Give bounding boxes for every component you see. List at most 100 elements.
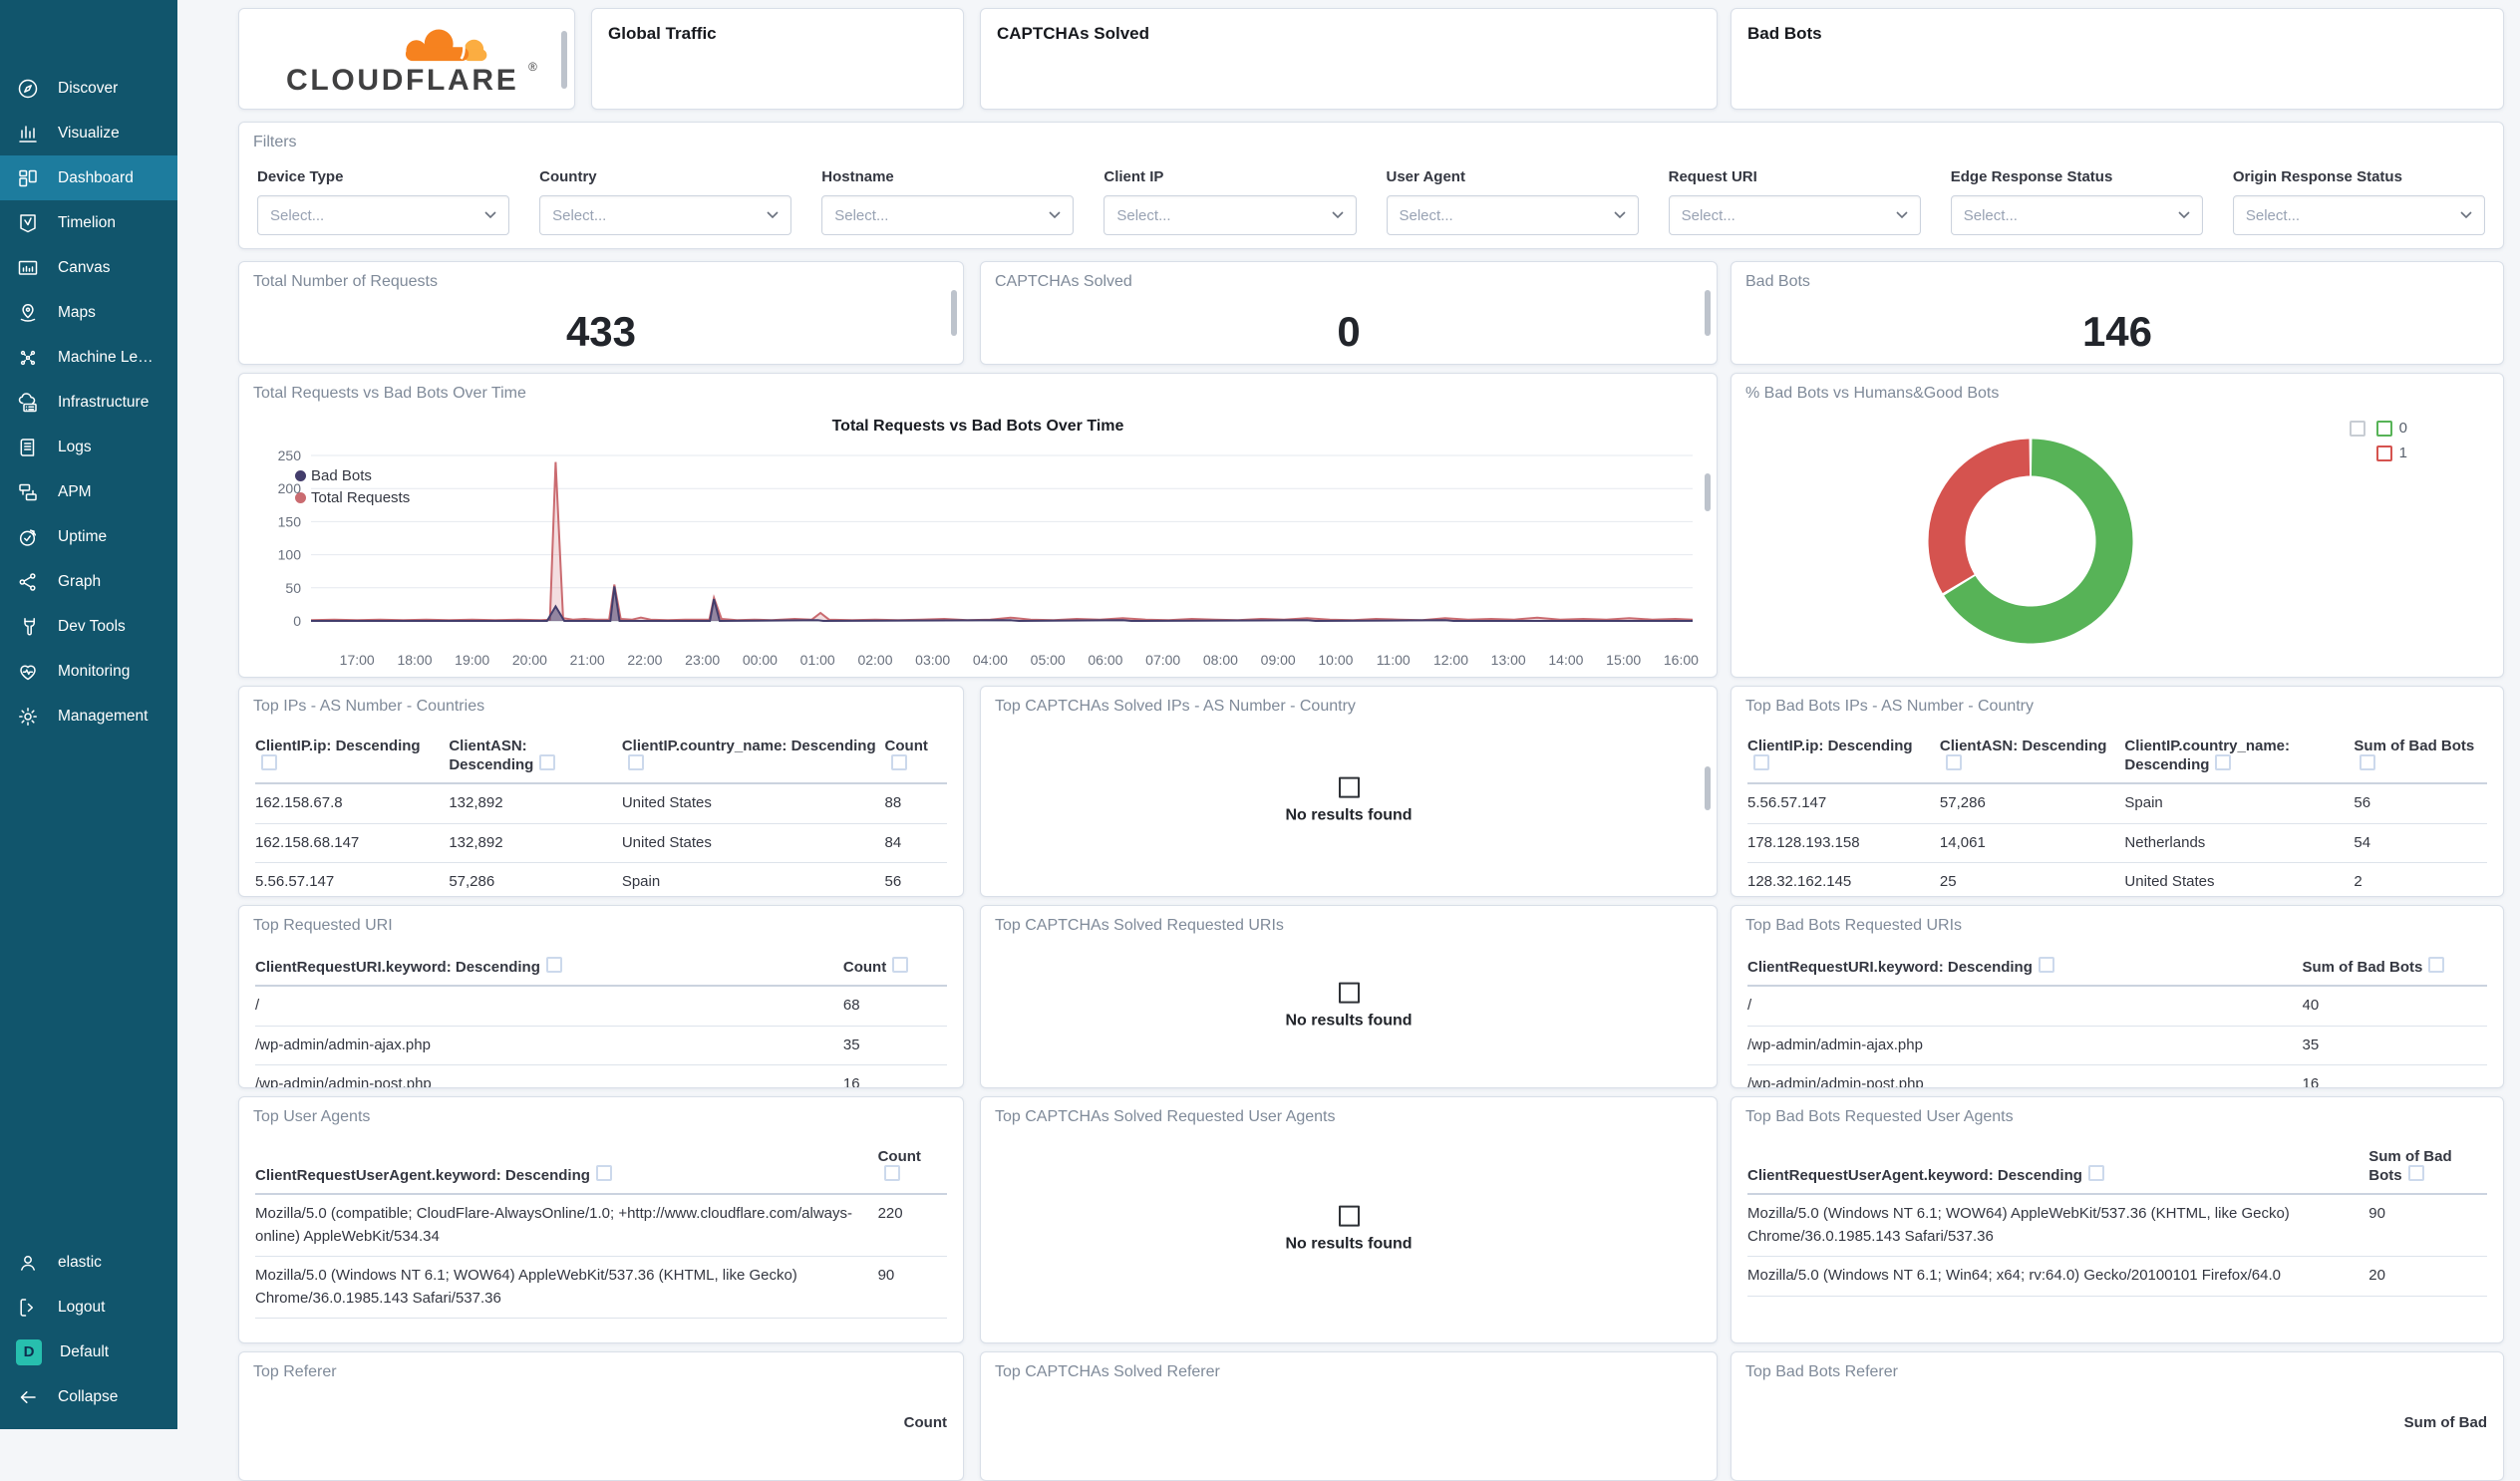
sidebar-item-discover[interactable]: Discover (0, 66, 177, 111)
column-header[interactable]: ClientIP.ip: Descending (1747, 732, 1940, 784)
sidebar-item-logs[interactable]: Logs (0, 425, 177, 469)
column-header[interactable]: Count (884, 732, 947, 784)
placeholder-icon (1338, 982, 1360, 1004)
sidebar-item-apm[interactable]: APM (0, 469, 177, 514)
sort-icon[interactable] (539, 754, 556, 770)
sidebar-item-uptime[interactable]: Uptime (0, 514, 177, 559)
column-header[interactable]: ClientIP.country_name: Descending (2124, 732, 2355, 784)
filter-select-request-uri[interactable]: Select... (1668, 195, 1921, 235)
panel-title: Top IPs - AS Number - Countries (253, 698, 485, 715)
sidebar-footer-default[interactable]: D Default (0, 1330, 177, 1374)
panel-top-user-agents: Top User Agents ClientRequestUserAgent.k… (238, 1096, 964, 1343)
table-cell: 54 (2354, 823, 2487, 863)
sidebar-item-infrastructure[interactable]: Infrastructure (0, 380, 177, 425)
column-header[interactable]: ClientIP.country_name: Descending (621, 732, 885, 784)
column-header[interactable]: Count (255, 1414, 947, 1431)
column-header[interactable]: Sum of Bad Bots (2354, 732, 2487, 784)
sort-icon[interactable] (2215, 754, 2232, 770)
sidebar-item-machine-le[interactable]: Machine Le… (0, 335, 177, 380)
column-header[interactable]: ClientASN: Descending (1939, 732, 2125, 784)
table-header-row: ClientIP.ip: Descending ClientASN: Descen… (1747, 732, 2487, 784)
svg-text:20:00: 20:00 (512, 652, 547, 668)
column-header[interactable]: ClientASN: Descending (449, 732, 622, 784)
sort-icon[interactable] (1753, 754, 1769, 770)
column-header[interactable]: ClientRequestURI.keyword: Descending (1747, 951, 2303, 987)
table-cell: 5.56.57.147 (1747, 783, 1940, 824)
panel-title: Top CAPTCHAs Solved IPs - AS Number - Co… (995, 698, 1356, 715)
table-cell: United States (621, 783, 885, 824)
visualize-icon (19, 125, 37, 143)
sort-icon[interactable] (883, 1165, 900, 1181)
svg-text:02:00: 02:00 (857, 652, 892, 668)
column-header[interactable]: ClientRequestUserAgent.keyword: Descendi… (1747, 1142, 2369, 1195)
sidebar-item-maps[interactable]: Maps (0, 290, 177, 335)
scrollbar-thumb[interactable] (1705, 290, 1711, 336)
sort-icon[interactable] (892, 957, 909, 973)
column-header[interactable]: Count (842, 951, 947, 987)
sidebar-item-dashboard[interactable]: Dashboard (0, 155, 177, 200)
table-cell: 57,286 (449, 862, 622, 896)
legend-item-0[interactable]: 0 (2349, 420, 2407, 437)
column-header[interactable]: ClientRequestURI.keyword: Descending (255, 951, 843, 987)
sort-icon[interactable] (2407, 1165, 2424, 1181)
scrollbar-thumb[interactable] (1705, 766, 1711, 810)
sort-icon[interactable] (595, 1165, 612, 1181)
table-cell: / (255, 986, 843, 1027)
sidebar-footer-logout[interactable]: Logout (0, 1285, 177, 1330)
uptime-icon (19, 528, 37, 546)
filter-select-hostname[interactable]: Select... (821, 195, 1075, 235)
svg-text:22:00: 22:00 (627, 652, 662, 668)
sidebar-footer-elastic[interactable]: elastic (0, 1240, 177, 1285)
no-results-message: No results found (981, 776, 1717, 825)
sort-icon[interactable] (2087, 1165, 2104, 1181)
table-row: 162.158.68.147 132,892 United States 84 (255, 823, 947, 863)
column-header[interactable]: Sum of Bad Bots (2368, 1142, 2487, 1195)
sidebar-item-management[interactable]: Management (0, 694, 177, 739)
column-header[interactable]: ClientIP.ip: Descending (255, 732, 450, 784)
table-cell: 35 (842, 1026, 947, 1065)
legend-toggle-icon[interactable] (2349, 420, 2365, 437)
column-header[interactable]: ClientRequestUserAgent.keyword: Descendi… (255, 1142, 878, 1195)
filter-select-origin-response-status[interactable]: Select... (2232, 195, 2485, 235)
sidebar-item-visualize[interactable]: Visualize (0, 111, 177, 155)
table-row: 162.158.67.8 132,892 United States 88 (255, 783, 947, 824)
filter-select-user-agent[interactable]: Select... (1386, 195, 1639, 235)
bad-bots-ips-table: ClientIP.ip: Descending ClientASN: Descen… (1747, 732, 2487, 896)
filter-select-edge-response-status[interactable]: Select... (1950, 195, 2203, 235)
panel-cloudflare-logo: CLOUDFLARE ® (238, 8, 575, 110)
scrollbar-thumb[interactable] (951, 290, 957, 336)
canvas-icon (18, 260, 38, 275)
svg-text:0: 0 (293, 613, 301, 629)
table-cell: 90 (877, 1256, 947, 1319)
sidebar-item-graph[interactable]: Graph (0, 559, 177, 604)
table-header-row: ClientRequestURI.keyword: Descending Coun… (255, 951, 947, 987)
infrastructure-icon (18, 392, 37, 412)
sort-icon[interactable] (545, 957, 562, 973)
filter-select-device-type[interactable]: Select... (257, 195, 510, 235)
sort-icon[interactable] (627, 754, 644, 770)
svg-text:50: 50 (285, 580, 301, 596)
panel-title: Top CAPTCHAs Solved Requested URIs (995, 917, 1284, 934)
filter-select-country[interactable]: Select... (539, 195, 792, 235)
column-header[interactable]: Sum of Bad (1747, 1414, 2487, 1431)
sort-icon[interactable] (890, 754, 907, 770)
sort-icon[interactable] (261, 754, 277, 770)
table-cell: Mozilla/5.0 (Windows NT 6.1; Win64; x64;… (1747, 1256, 2369, 1297)
sort-icon[interactable] (2038, 957, 2054, 973)
sort-icon[interactable] (1945, 754, 1962, 770)
legend-item-1[interactable]: 1 (2375, 444, 2407, 461)
sort-icon[interactable] (2428, 957, 2445, 973)
sort-icon[interactable] (2360, 754, 2376, 770)
sidebar-item-canvas[interactable]: Canvas (0, 245, 177, 290)
filter-select-client-ip[interactable]: Select... (1103, 195, 1357, 235)
chevron-down-icon (1331, 211, 1344, 219)
scrollbar-thumb[interactable] (561, 31, 567, 89)
sidebar-item-timelion[interactable]: Timelion (0, 200, 177, 245)
column-header[interactable]: Count (877, 1142, 947, 1195)
column-header[interactable]: Sum of Bad Bots (2302, 951, 2487, 987)
scrollbar-thumb[interactable] (1705, 473, 1711, 511)
legend-swatch (2375, 444, 2392, 461)
sidebar-item-dev-tools[interactable]: Dev Tools (0, 604, 177, 649)
sidebar-footer-collapse[interactable]: Collapse (0, 1374, 177, 1419)
sidebar-item-monitoring[interactable]: Monitoring (0, 649, 177, 694)
